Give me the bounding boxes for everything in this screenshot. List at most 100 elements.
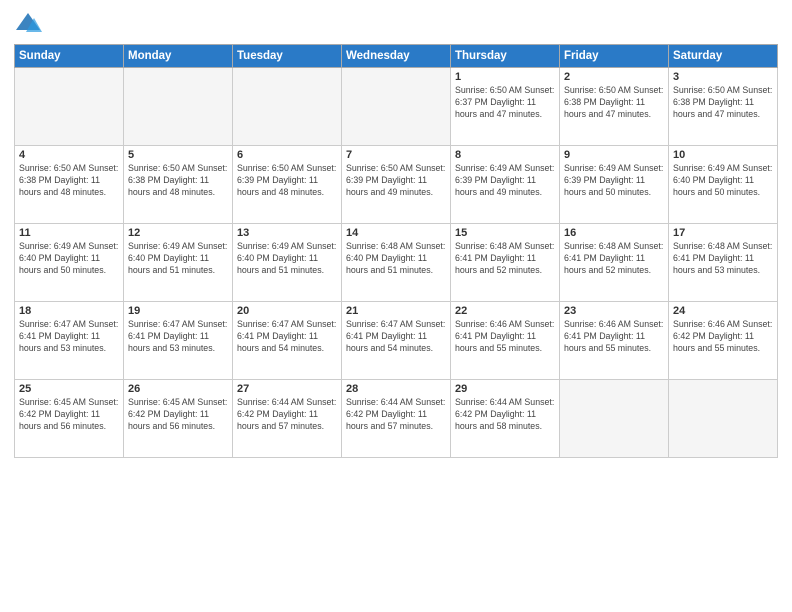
calendar-cell: 5 Sunrise: 6:50 AM Sunset: 6:38 PM Daylig… xyxy=(124,146,233,224)
calendar-cell: 11 Sunrise: 6:49 AM Sunset: 6:40 PM Dayli… xyxy=(15,224,124,302)
day-number: 5 xyxy=(128,149,228,161)
day-number: 12 xyxy=(128,227,228,239)
calendar-cell: 22 Sunrise: 6:46 AM Sunset: 6:41 PM Dayli… xyxy=(451,302,560,380)
day-info: Sunrise: 6:50 AM Sunset: 6:38 PM Dayligh… xyxy=(128,163,228,199)
day-info: Sunrise: 6:49 AM Sunset: 6:40 PM Dayligh… xyxy=(19,241,119,277)
day-info: Sunrise: 6:45 AM Sunset: 6:42 PM Dayligh… xyxy=(19,397,119,433)
calendar-cell: 27 Sunrise: 6:44 AM Sunset: 6:42 PM Dayli… xyxy=(233,380,342,458)
day-info: Sunrise: 6:49 AM Sunset: 6:39 PM Dayligh… xyxy=(455,163,555,199)
day-info: Sunrise: 6:50 AM Sunset: 6:38 PM Dayligh… xyxy=(673,85,773,121)
calendar-cell: 28 Sunrise: 6:44 AM Sunset: 6:42 PM Dayli… xyxy=(342,380,451,458)
calendar-cell: 13 Sunrise: 6:49 AM Sunset: 6:40 PM Dayli… xyxy=(233,224,342,302)
day-number: 24 xyxy=(673,305,773,317)
day-number: 17 xyxy=(673,227,773,239)
week-row-3: 11 Sunrise: 6:49 AM Sunset: 6:40 PM Dayli… xyxy=(15,224,778,302)
calendar-cell: 8 Sunrise: 6:49 AM Sunset: 6:39 PM Daylig… xyxy=(451,146,560,224)
day-number: 15 xyxy=(455,227,555,239)
page-header xyxy=(14,10,778,38)
logo xyxy=(14,10,46,38)
day-number: 20 xyxy=(237,305,337,317)
day-number: 8 xyxy=(455,149,555,161)
day-info: Sunrise: 6:49 AM Sunset: 6:40 PM Dayligh… xyxy=(128,241,228,277)
day-number: 6 xyxy=(237,149,337,161)
week-row-4: 18 Sunrise: 6:47 AM Sunset: 6:41 PM Dayli… xyxy=(15,302,778,380)
day-number: 29 xyxy=(455,383,555,395)
day-number: 10 xyxy=(673,149,773,161)
week-row-5: 25 Sunrise: 6:45 AM Sunset: 6:42 PM Dayli… xyxy=(15,380,778,458)
col-header-friday: Friday xyxy=(560,45,669,68)
day-number: 22 xyxy=(455,305,555,317)
day-number: 3 xyxy=(673,71,773,83)
calendar-cell: 23 Sunrise: 6:46 AM Sunset: 6:41 PM Dayli… xyxy=(560,302,669,380)
week-row-2: 4 Sunrise: 6:50 AM Sunset: 6:38 PM Daylig… xyxy=(15,146,778,224)
week-row-1: 1 Sunrise: 6:50 AM Sunset: 6:37 PM Daylig… xyxy=(15,68,778,146)
day-info: Sunrise: 6:49 AM Sunset: 6:40 PM Dayligh… xyxy=(237,241,337,277)
day-info: Sunrise: 6:50 AM Sunset: 6:38 PM Dayligh… xyxy=(564,85,664,121)
day-number: 23 xyxy=(564,305,664,317)
calendar-cell: 1 Sunrise: 6:50 AM Sunset: 6:37 PM Daylig… xyxy=(451,68,560,146)
day-info: Sunrise: 6:46 AM Sunset: 6:41 PM Dayligh… xyxy=(455,319,555,355)
calendar-cell: 16 Sunrise: 6:48 AM Sunset: 6:41 PM Dayli… xyxy=(560,224,669,302)
day-info: Sunrise: 6:48 AM Sunset: 6:40 PM Dayligh… xyxy=(346,241,446,277)
calendar-cell xyxy=(233,68,342,146)
calendar-cell: 26 Sunrise: 6:45 AM Sunset: 6:42 PM Dayli… xyxy=(124,380,233,458)
day-info: Sunrise: 6:44 AM Sunset: 6:42 PM Dayligh… xyxy=(346,397,446,433)
day-info: Sunrise: 6:45 AM Sunset: 6:42 PM Dayligh… xyxy=(128,397,228,433)
col-header-thursday: Thursday xyxy=(451,45,560,68)
logo-icon xyxy=(14,10,42,38)
calendar-cell: 14 Sunrise: 6:48 AM Sunset: 6:40 PM Dayli… xyxy=(342,224,451,302)
calendar-cell xyxy=(342,68,451,146)
day-number: 26 xyxy=(128,383,228,395)
calendar-cell: 29 Sunrise: 6:44 AM Sunset: 6:42 PM Dayli… xyxy=(451,380,560,458)
day-info: Sunrise: 6:47 AM Sunset: 6:41 PM Dayligh… xyxy=(237,319,337,355)
day-number: 11 xyxy=(19,227,119,239)
calendar-cell: 6 Sunrise: 6:50 AM Sunset: 6:39 PM Daylig… xyxy=(233,146,342,224)
day-info: Sunrise: 6:48 AM Sunset: 6:41 PM Dayligh… xyxy=(564,241,664,277)
col-header-tuesday: Tuesday xyxy=(233,45,342,68)
day-info: Sunrise: 6:49 AM Sunset: 6:40 PM Dayligh… xyxy=(673,163,773,199)
calendar-cell: 18 Sunrise: 6:47 AM Sunset: 6:41 PM Dayli… xyxy=(15,302,124,380)
calendar-cell: 24 Sunrise: 6:46 AM Sunset: 6:42 PM Dayli… xyxy=(669,302,778,380)
calendar-cell: 4 Sunrise: 6:50 AM Sunset: 6:38 PM Daylig… xyxy=(15,146,124,224)
col-header-sunday: Sunday xyxy=(15,45,124,68)
day-info: Sunrise: 6:47 AM Sunset: 6:41 PM Dayligh… xyxy=(346,319,446,355)
calendar-cell: 9Sunrise: 6:49 AM Sunset: 6:39 PM Daylig… xyxy=(560,146,669,224)
calendar-cell: 20 Sunrise: 6:47 AM Sunset: 6:41 PM Dayli… xyxy=(233,302,342,380)
calendar-cell xyxy=(669,380,778,458)
calendar-table: SundayMondayTuesdayWednesdayThursdayFrid… xyxy=(14,44,778,458)
day-info: Sunrise: 6:50 AM Sunset: 6:38 PM Dayligh… xyxy=(19,163,119,199)
col-header-saturday: Saturday xyxy=(669,45,778,68)
day-info: Sunrise: 6:44 AM Sunset: 6:42 PM Dayligh… xyxy=(455,397,555,433)
col-header-wednesday: Wednesday xyxy=(342,45,451,68)
calendar-cell: 21Sunrise: 6:47 AM Sunset: 6:41 PM Dayli… xyxy=(342,302,451,380)
day-number: 13 xyxy=(237,227,337,239)
calendar-cell xyxy=(15,68,124,146)
col-header-monday: Monday xyxy=(124,45,233,68)
day-number: 27 xyxy=(237,383,337,395)
day-info: Sunrise: 6:44 AM Sunset: 6:42 PM Dayligh… xyxy=(237,397,337,433)
day-info: Sunrise: 6:46 AM Sunset: 6:41 PM Dayligh… xyxy=(564,319,664,355)
calendar-cell: 19 Sunrise: 6:47 AM Sunset: 6:41 PM Dayli… xyxy=(124,302,233,380)
day-number: 4 xyxy=(19,149,119,161)
day-info: Sunrise: 6:47 AM Sunset: 6:41 PM Dayligh… xyxy=(19,319,119,355)
calendar-cell: 3 Sunrise: 6:50 AM Sunset: 6:38 PM Daylig… xyxy=(669,68,778,146)
day-number: 28 xyxy=(346,383,446,395)
day-info: Sunrise: 6:48 AM Sunset: 6:41 PM Dayligh… xyxy=(455,241,555,277)
day-number: 25 xyxy=(19,383,119,395)
calendar-cell: 7Sunrise: 6:50 AM Sunset: 6:39 PM Daylig… xyxy=(342,146,451,224)
day-info: Sunrise: 6:46 AM Sunset: 6:42 PM Dayligh… xyxy=(673,319,773,355)
day-number: 1 xyxy=(455,71,555,83)
day-info: Sunrise: 6:50 AM Sunset: 6:37 PM Dayligh… xyxy=(455,85,555,121)
day-number: 18 xyxy=(19,305,119,317)
calendar-cell: 12 Sunrise: 6:49 AM Sunset: 6:40 PM Dayli… xyxy=(124,224,233,302)
day-info: Sunrise: 6:47 AM Sunset: 6:41 PM Dayligh… xyxy=(128,319,228,355)
day-number: 16 xyxy=(564,227,664,239)
day-number: 19 xyxy=(128,305,228,317)
day-info: Sunrise: 6:50 AM Sunset: 6:39 PM Dayligh… xyxy=(237,163,337,199)
calendar-cell: 17Sunrise: 6:48 AM Sunset: 6:41 PM Dayli… xyxy=(669,224,778,302)
day-number: 14 xyxy=(346,227,446,239)
calendar-cell: 15 Sunrise: 6:48 AM Sunset: 6:41 PM Dayli… xyxy=(451,224,560,302)
day-number: 7 xyxy=(346,149,446,161)
calendar-cell: 25 Sunrise: 6:45 AM Sunset: 6:42 PM Dayli… xyxy=(15,380,124,458)
calendar-cell xyxy=(560,380,669,458)
